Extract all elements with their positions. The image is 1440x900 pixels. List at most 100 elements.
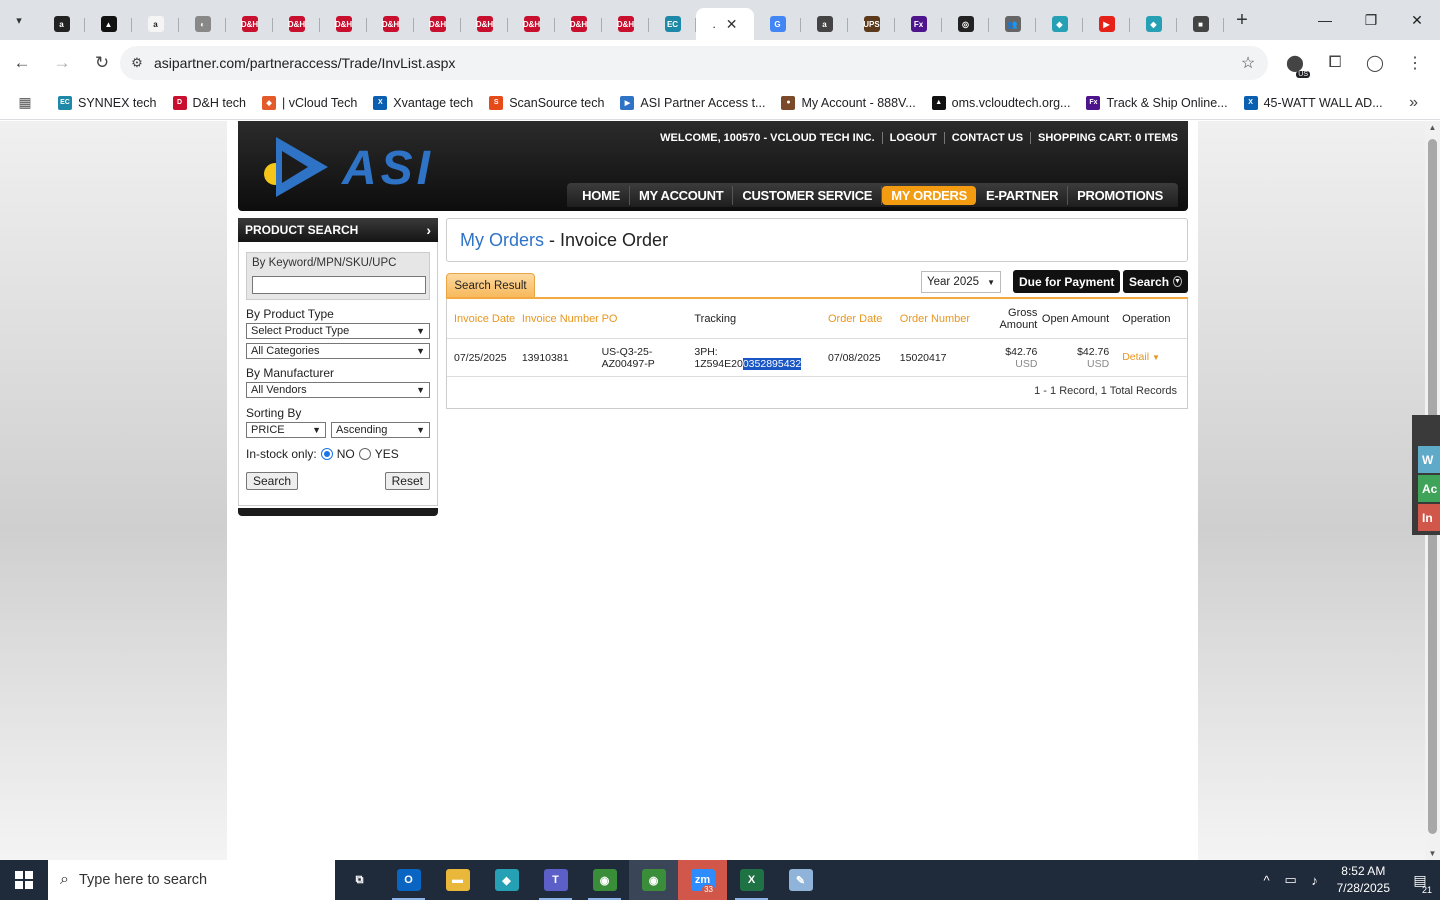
volume-icon[interactable]: ♪ <box>1303 873 1327 888</box>
taskbar-zoom[interactable]: zm 33 <box>678 860 727 900</box>
browser-tab[interactable]: UPS <box>848 8 895 40</box>
network-icon[interactable]: ▭ <box>1279 872 1303 888</box>
taskbar-teams[interactable]: T <box>531 860 580 900</box>
taskbar-chrome-active[interactable]: ◉ <box>629 860 678 900</box>
browser-tab[interactable]: ◎ <box>942 8 989 40</box>
clock[interactable]: 8:52 AM 7/28/2025 <box>1327 863 1400 897</box>
bookmark-item[interactable]: ◆ | vCloud Tech <box>254 89 365 117</box>
column-header[interactable]: Order Date <box>828 313 900 325</box>
more-bookmarks-icon[interactable]: » <box>1409 94 1418 112</box>
shopping-cart-link[interactable]: SHOPPING CART: 0 ITEMS <box>1031 132 1178 144</box>
url-text[interactable]: asipartner.com/partneraccess/Trade/InvLi… <box>154 55 1228 71</box>
bookmark-item[interactable]: X Xvantage tech <box>365 89 481 117</box>
profile-icon[interactable]: ◯ <box>1358 46 1392 80</box>
more-menu-icon[interactable]: ⋮ <box>1398 46 1432 80</box>
column-header[interactable]: Invoice Number <box>522 313 602 325</box>
close-window-icon[interactable]: ✕ <box>1394 0 1440 40</box>
browser-tab[interactable]: a <box>38 8 85 40</box>
taskbar-outlook[interactable]: O <box>384 860 433 900</box>
side-widget-item-3[interactable]: In <box>1418 504 1440 531</box>
browser-tab[interactable]: D&H <box>367 8 414 40</box>
column-header[interactable]: PO <box>602 313 695 325</box>
bookmark-item[interactable]: ▶ ASI Partner Access t... <box>612 89 773 117</box>
taskbar-notepad[interactable]: ✎ <box>776 860 825 900</box>
back-arrow-icon[interactable]: ← <box>4 45 40 81</box>
nav-my-account[interactable]: MY ACCOUNT <box>630 185 734 205</box>
reload-icon[interactable]: ↻ <box>84 45 120 81</box>
reset-button[interactable]: Reset <box>384 472 430 490</box>
browser-tab[interactable]: D&H <box>555 8 602 40</box>
bookmark-item[interactable]: X 45-WATT WALL AD... <box>1236 89 1391 117</box>
browser-tab[interactable]: ▲ <box>85 8 132 40</box>
year-select[interactable]: Year 2025 ▼ <box>921 271 1001 293</box>
browser-tab[interactable]: ◐ <box>179 8 226 40</box>
tab-search-chevron-icon[interactable]: ▾ <box>0 0 38 40</box>
product-type-select[interactable]: Select Product Type ▼ <box>246 323 430 339</box>
invoice-search-button[interactable]: Search ▼ <box>1123 270 1188 293</box>
bookmark-item[interactable]: EC SYNNEX tech <box>50 89 165 117</box>
nav-customer-service[interactable]: CUSTOMER SERVICE <box>733 185 883 205</box>
browser-tab[interactable]: D&H <box>273 8 320 40</box>
browser-tab[interactable]: ▶ <box>1083 8 1130 40</box>
bookmark-star-icon[interactable]: ☆ <box>1228 53 1268 73</box>
column-header[interactable]: Order Number <box>900 313 972 325</box>
invoice-number[interactable]: 13910381 <box>522 352 602 364</box>
nav-home[interactable]: HOME <box>573 185 630 205</box>
logout-link[interactable]: LOGOUT <box>883 132 945 144</box>
column-header[interactable]: Invoice Date <box>447 313 522 325</box>
instock-yes-radio[interactable] <box>358 448 371 460</box>
bookmark-item[interactable]: D D&H tech <box>165 89 255 117</box>
sort-field-select[interactable]: PRICE ▼ <box>246 422 326 438</box>
address-bar[interactable]: ⚙ asipartner.com/partneraccess/Trade/Inv… <box>120 46 1268 80</box>
chevron-down-icon[interactable]: ▼ <box>1152 353 1160 362</box>
browser-tab[interactable]: D&H <box>461 8 508 40</box>
tray-chevron-up-icon[interactable]: ^ <box>1255 873 1279 888</box>
taskbar-kodi[interactable]: ◆ <box>482 860 531 900</box>
side-widget-item-2[interactable]: Ac <box>1418 475 1440 502</box>
nav-promotions[interactable]: PROMOTIONS <box>1068 186 1172 205</box>
contact-us-link[interactable]: CONTACT US <box>945 132 1032 144</box>
notifications-icon[interactable]: ▤ 21 <box>1400 872 1440 895</box>
bookmark-item[interactable]: ● My Account - 888V... <box>773 89 923 117</box>
keyword-input[interactable] <box>252 276 426 294</box>
browser-tab[interactable]: Fx <box>895 8 942 40</box>
browser-tab[interactable]: ◆ <box>1036 8 1083 40</box>
restore-icon[interactable]: ❐ <box>1348 0 1394 40</box>
browser-tab[interactable]: EC <box>649 8 696 40</box>
taskbar-chrome[interactable]: ◉ <box>580 860 629 900</box>
browser-tab[interactable]: D&H <box>226 8 273 40</box>
side-widget-item-1[interactable]: W <box>1418 446 1440 473</box>
nav-e-partner[interactable]: E-PARTNER <box>977 185 1069 205</box>
taskbar-file-explorer[interactable]: ▬ <box>433 860 482 900</box>
browser-tab[interactable]: ■ <box>1177 8 1224 40</box>
bookmark-item[interactable]: S ScanSource tech <box>481 89 612 117</box>
bookmark-item[interactable]: Fx Track & Ship Online... <box>1078 89 1235 117</box>
search-button[interactable]: Search <box>246 472 299 490</box>
extensions-puzzle-icon[interactable]: ⧠ <box>1318 46 1352 80</box>
minimize-icon[interactable]: — <box>1302 0 1348 40</box>
taskbar-search[interactable]: ⌕ Type here to search <box>48 860 335 900</box>
scroll-down-icon[interactable]: ▼ <box>1425 849 1440 858</box>
browser-tab[interactable]: G <box>754 8 801 40</box>
bookmark-item[interactable]: ▲ oms.vcloudtech.org... <box>924 89 1079 117</box>
vpn-extension-icon[interactable]: ⬤ US <box>1278 46 1312 80</box>
active-tab[interactable]: . ✕ <box>696 8 754 40</box>
apps-grid-icon[interactable]: ▦ <box>0 94 50 111</box>
browser-tab[interactable]: D&H <box>320 8 367 40</box>
taskbar-task-view[interactable]: ⧉ <box>335 860 384 900</box>
forward-arrow-icon[interactable]: → <box>44 45 80 81</box>
detail-link[interactable]: Detail <box>1122 351 1149 363</box>
browser-tab[interactable]: 👥 <box>989 8 1036 40</box>
browser-tab[interactable]: D&H <box>602 8 649 40</box>
taskbar-excel[interactable]: X <box>727 860 776 900</box>
category-select[interactable]: All Categories ▼ <box>246 343 430 359</box>
close-tab-icon[interactable]: ✕ <box>726 16 738 33</box>
new-tab-button[interactable]: + <box>1224 0 1260 40</box>
manufacturer-select[interactable]: All Vendors ▼ <box>246 382 430 398</box>
browser-tab[interactable]: ◆ <box>1130 8 1177 40</box>
product-search-header[interactable]: PRODUCT SEARCH › <box>238 218 438 242</box>
browser-tab[interactable]: a <box>801 8 848 40</box>
browser-tab[interactable]: D&H <box>508 8 555 40</box>
chevron-right-icon[interactable]: › <box>426 222 431 238</box>
browser-tab[interactable]: a <box>132 8 179 40</box>
